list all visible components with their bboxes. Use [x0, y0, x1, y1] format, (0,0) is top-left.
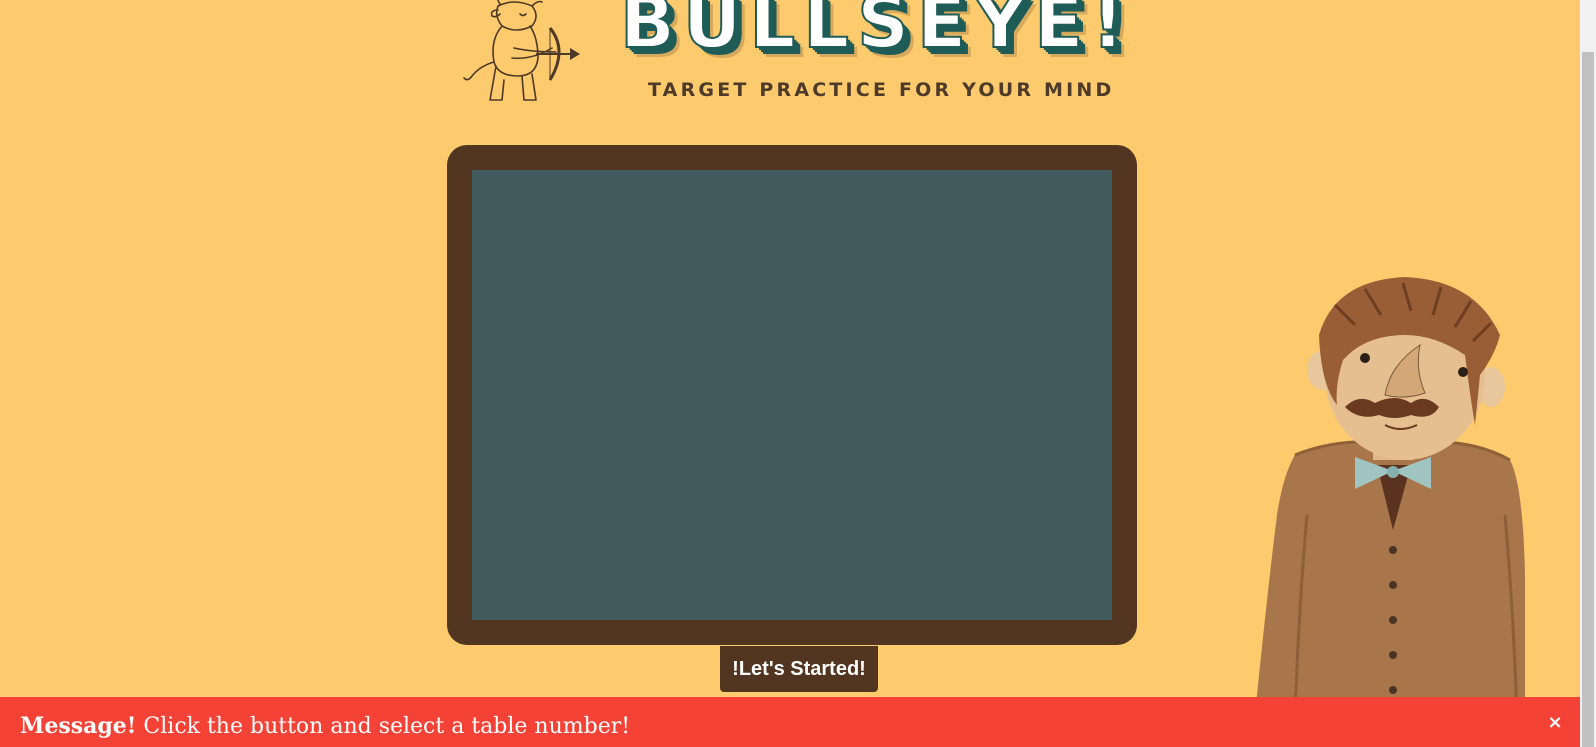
professor-mustache-icon [1255, 277, 1525, 715]
close-icon[interactable]: × [1545, 713, 1565, 733]
start-button[interactable]: !Let's Started! [720, 646, 878, 692]
message-text: Message! Click the button and select a t… [20, 715, 630, 738]
game-title: BULLSEYE! [619, 0, 1133, 64]
scrollbar-thumb[interactable] [1582, 52, 1594, 747]
game-subtitle: TARGET PRACTICE FOR YOUR MIND [648, 79, 1115, 101]
chalkboard-surface [472, 170, 1112, 620]
scrollbar-up-arrow-icon[interactable] [1580, 0, 1596, 16]
message-label: Message! [20, 713, 137, 739]
game-page: BULLSEYE! TARGET PRACTICE FOR YOUR MIND … [0, 0, 1596, 747]
message-bar: Message! Click the button and select a t… [0, 697, 1580, 747]
chalkboard-frame [447, 145, 1137, 645]
bull-archer-icon [463, 0, 580, 101]
message-body: Click the button and select a table numb… [136, 714, 631, 739]
